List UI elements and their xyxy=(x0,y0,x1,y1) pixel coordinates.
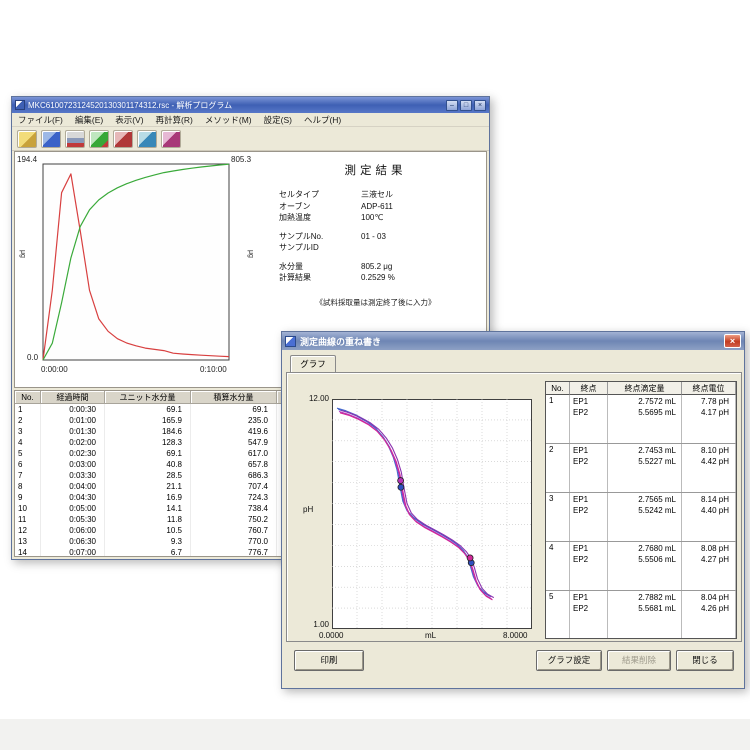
col-header-volume[interactable]: 終点滴定量 xyxy=(608,382,682,395)
menu-help[interactable]: ヘルプ(H) xyxy=(298,114,347,126)
menubar: ファイル(F) 編集(E) 表示(V) 再計算(R) メソッド(M) 設定(S)… xyxy=(12,113,489,127)
moisture-chart-panel: 194.4 805.3 0.0 μg μg 0:00:00 0:10:00 xyxy=(15,152,261,387)
tab-graph[interactable]: グラフ xyxy=(290,355,336,373)
y-axis-title: pH xyxy=(303,505,313,514)
table-row[interactable]: 1EP1EP22.7572 mL5.5695 mL7.78 pH4.17 pH xyxy=(546,395,736,444)
minimize-icon[interactable]: – xyxy=(446,100,458,111)
window-title: MKC6100723124520130301174312.rsc - 解析プログ… xyxy=(28,100,444,111)
footer-strip xyxy=(0,719,750,750)
left-axis-unit-label: μg xyxy=(19,250,26,258)
col-header-no[interactable]: No. xyxy=(546,382,570,395)
maximize-icon[interactable]: □ xyxy=(460,100,472,111)
open-file-icon[interactable] xyxy=(17,130,37,148)
results-note: 《試料採取量は測定終了後に入力》 xyxy=(265,297,486,308)
result-field-calc: 計算結果0.2529 % xyxy=(279,273,486,283)
menu-view[interactable]: 表示(V) xyxy=(109,114,149,126)
table-row[interactable]: 4EP1EP22.7680 mL5.5506 mL8.08 pH4.27 pH xyxy=(546,542,736,591)
y-axis-min-label: 1.00 xyxy=(295,620,329,629)
print-icon[interactable] xyxy=(65,130,85,148)
result-field-temp: 加熱温度100℃ xyxy=(279,213,486,223)
overlay-titlebar[interactable]: 測定曲線の重ね書き × xyxy=(282,332,744,350)
menu-method[interactable]: メソッド(M) xyxy=(199,114,258,126)
endpoint-table-header: No. 終点 終点滴定量 終点電位 xyxy=(546,382,736,395)
table-row[interactable]: 3EP1EP22.7565 mL5.5242 mL8.14 pH4.40 pH xyxy=(546,493,736,542)
analysis-titlebar[interactable]: MKC6100723124520130301174312.rsc - 解析プログ… xyxy=(12,97,489,113)
titration-chart-svg xyxy=(332,399,532,629)
toolbar xyxy=(12,127,489,151)
result-field-water: 水分量805.2 μg xyxy=(279,262,486,272)
table-row[interactable]: 2EP1EP22.7453 mL5.5227 mL8.10 pH4.42 pH xyxy=(546,444,736,493)
graph-app-icon xyxy=(285,336,296,347)
close-icon[interactable]: × xyxy=(724,334,741,348)
left-axis-min-label: 0.0 xyxy=(27,353,38,362)
x-axis-start-label: 0:00:00 xyxy=(41,365,68,374)
overlay-window-title: 測定曲線の重ね書き xyxy=(300,335,381,348)
recalculate-icon[interactable] xyxy=(113,130,133,148)
x-axis-title: mL xyxy=(425,631,436,640)
menu-edit[interactable]: 編集(E) xyxy=(69,114,109,126)
menu-settings[interactable]: 設定(S) xyxy=(258,114,298,126)
y-axis-max-label: 12.00 xyxy=(295,394,329,403)
moisture-chart-svg xyxy=(15,152,261,378)
table-row[interactable]: 5EP1EP22.7882 mL5.5681 mL8.04 pH4.26 pH xyxy=(546,591,736,639)
x-axis-min-label: 0.0000 xyxy=(319,631,343,640)
save-file-icon[interactable] xyxy=(41,130,61,148)
menu-recalc[interactable]: 再計算(R) xyxy=(150,114,199,126)
col-header-endpoint[interactable]: 終点 xyxy=(570,382,608,395)
exit-icon[interactable] xyxy=(161,130,181,148)
data-list-icon[interactable] xyxy=(137,130,157,148)
ep-table-body: 1EP1EP22.7572 mL5.5695 mL7.78 pH4.17 pH2… xyxy=(546,395,736,639)
graph-view-icon[interactable] xyxy=(89,130,109,148)
result-field-sample-id: サンプルID xyxy=(279,243,486,253)
graph-tab-panel: 12.00 1.00 pH 0.0000 8.0000 mL No. 終点 終点… xyxy=(286,372,742,642)
overlay-window: 測定曲線の重ね書き × グラフ 12.00 1.00 pH 0.0000 8.0… xyxy=(281,331,745,689)
print-button[interactable]: 印刷 xyxy=(294,650,364,671)
app-icon xyxy=(15,100,25,110)
x-axis-max-label: 8.0000 xyxy=(503,631,527,640)
col-header-time[interactable]: 経過時間 xyxy=(41,391,105,404)
result-field-sample-no: サンプルNo.01 - 03 xyxy=(279,232,486,242)
result-field-oven: オーブンADP-611 xyxy=(279,202,486,212)
delete-result-button[interactable]: 結果削除 xyxy=(607,650,671,671)
result-field-celltype: セルタイプ三液セル xyxy=(279,190,486,200)
col-header-no[interactable]: No. xyxy=(15,391,41,404)
x-axis-end-label: 0:10:00 xyxy=(200,365,227,374)
close-button[interactable]: 閉じる xyxy=(676,650,734,671)
desktop: MKC6100723124520130301174312.rsc - 解析プログ… xyxy=(0,0,750,750)
endpoint-table: No. 終点 終点滴定量 終点電位 1EP1EP22.7572 mL5.5695… xyxy=(545,381,737,639)
right-axis-max-label: 805.3 xyxy=(231,155,251,164)
results-title: 測定結果 xyxy=(265,162,486,178)
graph-settings-button[interactable]: グラフ設定 xyxy=(536,650,602,671)
left-axis-max-label: 194.4 xyxy=(17,155,37,164)
col-header-potential[interactable]: 終点電位 xyxy=(682,382,736,395)
right-axis-unit-label: μg xyxy=(247,250,254,258)
menu-file[interactable]: ファイル(F) xyxy=(12,114,69,126)
close-icon[interactable]: × xyxy=(474,100,486,111)
col-header-total[interactable]: 積算水分量 xyxy=(191,391,277,404)
col-header-unit[interactable]: ユニット水分量 xyxy=(105,391,191,404)
